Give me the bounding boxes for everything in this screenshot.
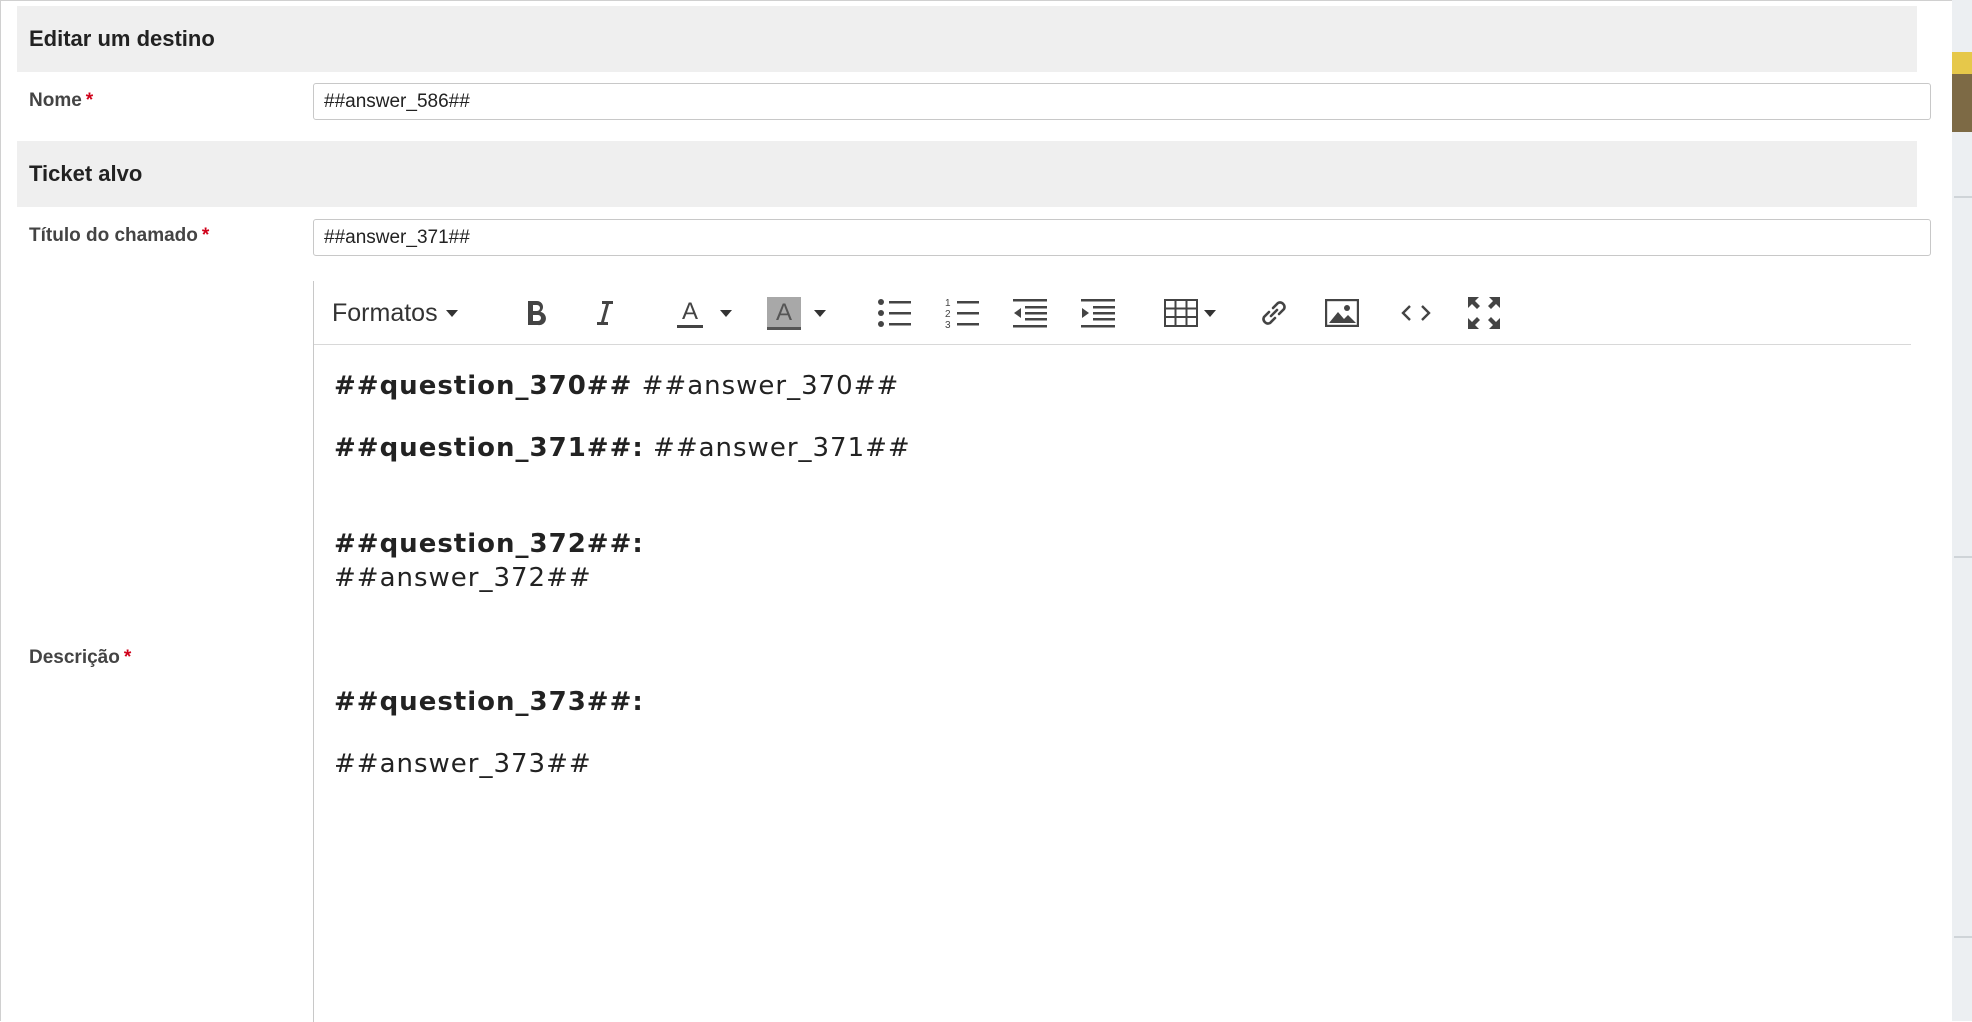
description-label-text: Descrição — [29, 647, 120, 668]
numbered-list-icon: 123 — [945, 296, 979, 330]
fullscreen-button[interactable] — [1464, 291, 1504, 335]
required-marker: * — [85, 90, 94, 111]
background-color-icon: A — [767, 295, 801, 331]
chevron-down-icon — [814, 309, 826, 317]
scrollbar-tick — [1954, 936, 1972, 938]
numbered-list-button[interactable]: 123 — [942, 291, 982, 335]
image-button[interactable] — [1322, 291, 1362, 335]
italic-button[interactable] — [584, 291, 624, 335]
question-answer-line: ##question_370## ##answer_370## — [334, 371, 899, 401]
answer-372-line: ##answer_372## — [334, 563, 592, 593]
chevron-down-icon — [720, 309, 732, 317]
question-370-placeholder: ##question_370## — [334, 371, 633, 401]
question-answer-line: ##question_371##: ##answer_371## — [334, 433, 911, 463]
text-color-button[interactable]: A — [670, 291, 710, 335]
table-icon — [1164, 299, 1198, 327]
fullscreen-icon — [1467, 296, 1501, 330]
source-code-button[interactable] — [1396, 291, 1436, 335]
svg-text:2: 2 — [945, 309, 951, 320]
editor-toolbar: Formatos A A 123 — [314, 281, 1911, 345]
bold-icon — [524, 298, 548, 328]
edit-destination-panel: Editar um destino Nome* Ticket alvo Títu… — [0, 0, 1952, 1022]
chevron-down-icon — [445, 309, 458, 317]
outdent-icon — [1013, 297, 1047, 329]
link-icon — [1258, 297, 1290, 329]
name-input[interactable] — [313, 83, 1931, 120]
background-color-button[interactable]: A — [764, 291, 804, 335]
ticket-title-input[interactable] — [313, 219, 1931, 256]
italic-icon — [592, 298, 616, 328]
question-373-line: ##question_373##: — [334, 687, 644, 717]
answer-373-line: ##answer_373## — [334, 749, 592, 779]
indent-button[interactable] — [1078, 291, 1118, 335]
required-marker: * — [201, 225, 210, 246]
source-code-icon — [1401, 303, 1431, 323]
formats-label: Formatos — [332, 298, 438, 327]
rich-text-editor: Formatos A A 123 ##question_370## ##answ… — [313, 281, 1911, 1022]
name-label: Nome * — [29, 90, 93, 112]
svg-text:A: A — [682, 298, 698, 325]
indent-icon — [1081, 297, 1115, 329]
question-371-placeholder: ##question_371##: — [334, 433, 644, 463]
outdent-button[interactable] — [1010, 291, 1050, 335]
scrollbar-tick — [1954, 196, 1972, 198]
bold-button[interactable] — [516, 291, 556, 335]
question-372-line: ##question_372##: — [334, 529, 644, 559]
scrollbar-tick — [1954, 556, 1972, 558]
description-label: Descrição * — [29, 647, 131, 669]
section-header-target-ticket: Ticket alvo — [17, 141, 1917, 207]
bullet-list-icon — [877, 297, 911, 329]
ticket-title-label: Título do chamado * — [29, 225, 209, 247]
background-color-dropdown[interactable] — [810, 291, 830, 335]
question-373-placeholder: ##question_373##: — [334, 687, 644, 717]
scrollbar-thumb[interactable] — [1952, 74, 1972, 132]
bullet-list-button[interactable] — [874, 291, 914, 335]
question-372-placeholder: ##question_372##: — [334, 529, 644, 559]
page-scrollbar[interactable] — [1952, 0, 1972, 1021]
text-color-icon: A — [675, 296, 705, 330]
name-label-text: Nome — [29, 90, 82, 111]
svg-text:A: A — [776, 299, 792, 326]
scrollbar-marker — [1952, 52, 1972, 74]
image-icon — [1325, 299, 1359, 327]
svg-text:1: 1 — [945, 298, 951, 309]
required-marker: * — [123, 647, 132, 668]
svg-text:3: 3 — [945, 320, 951, 330]
answer-370-placeholder: ##answer_370## — [641, 371, 900, 401]
text-color-dropdown[interactable] — [716, 291, 736, 335]
table-button[interactable] — [1160, 291, 1220, 335]
formats-dropdown[interactable]: Formatos — [332, 291, 482, 335]
link-button[interactable] — [1254, 291, 1294, 335]
section-header-edit-destination: Editar um destino — [17, 6, 1917, 72]
answer-371-placeholder: ##answer_371## — [653, 433, 911, 463]
ticket-title-label-text: Título do chamado — [29, 225, 198, 246]
chevron-down-icon — [1204, 309, 1216, 317]
